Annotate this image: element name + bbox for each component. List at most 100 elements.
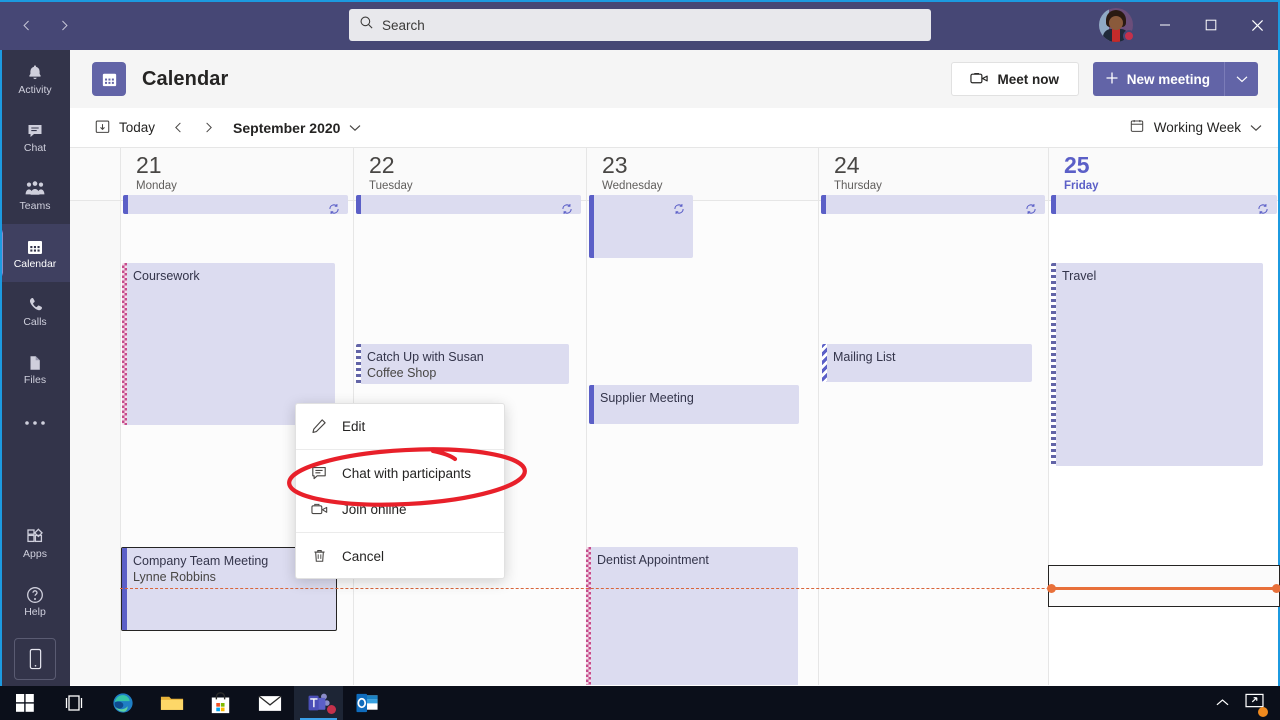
window-controls bbox=[1142, 0, 1280, 50]
view-selector[interactable]: Working Week bbox=[1129, 118, 1262, 137]
sidebar-item-chat[interactable]: Chat bbox=[0, 108, 70, 166]
bell-icon bbox=[29, 64, 41, 79]
chat-icon bbox=[28, 124, 42, 137]
calendar-view: 21 Monday 22 Tuesday 23 Wednesday 24 Thu… bbox=[70, 148, 1280, 685]
sidebar-item-calls[interactable]: Calls bbox=[0, 282, 70, 340]
calendar-grid: 13:00 14:00 15:00 16:00 17:00 18:00 bbox=[70, 195, 1280, 685]
sidebar-item-teams[interactable]: Teams bbox=[0, 166, 70, 224]
day-number: 24 bbox=[834, 152, 860, 178]
recurring-icon bbox=[1257, 202, 1269, 214]
today-button[interactable]: Today bbox=[86, 113, 163, 143]
today-label: Today bbox=[119, 120, 156, 135]
recurring-icon bbox=[1025, 202, 1037, 214]
chevron-down-icon bbox=[1236, 76, 1247, 83]
event-block[interactable] bbox=[1051, 195, 1277, 214]
event-block[interactable]: Mailing List bbox=[822, 344, 1032, 382]
task-view-icon[interactable] bbox=[49, 686, 98, 720]
day-name: Tuesday bbox=[369, 180, 413, 192]
chat-icon bbox=[310, 465, 328, 481]
minimize-icon[interactable] bbox=[1142, 0, 1188, 50]
presence-badge bbox=[1123, 30, 1135, 42]
context-menu-item-chat-with-participants[interactable]: Chat with participants bbox=[296, 455, 504, 491]
video-icon bbox=[970, 71, 989, 88]
outlook-icon[interactable] bbox=[343, 686, 392, 720]
window-left-edge bbox=[0, 50, 2, 686]
event-subtitle: Coffee Shop bbox=[367, 366, 437, 380]
close-icon[interactable] bbox=[1234, 0, 1280, 50]
edge-icon[interactable] bbox=[98, 686, 147, 720]
search-icon bbox=[359, 15, 374, 35]
sidebar-item-label: Teams bbox=[19, 199, 51, 212]
new-meeting-button[interactable]: New meeting bbox=[1093, 62, 1224, 96]
event-block[interactable] bbox=[589, 195, 693, 258]
chevron-down-icon bbox=[1250, 124, 1262, 131]
event-block[interactable] bbox=[356, 195, 581, 214]
month-selector[interactable]: September 2020 bbox=[233, 120, 361, 136]
maximize-icon[interactable] bbox=[1188, 0, 1234, 50]
event-block[interactable]: Catch Up with Susan Coffee Shop bbox=[356, 344, 569, 384]
recurring-icon bbox=[328, 202, 340, 214]
current-time-dot-left bbox=[1047, 584, 1056, 593]
day-header-wednesday[interactable]: 23 Wednesday bbox=[586, 148, 818, 201]
title-bar: Search bbox=[0, 0, 1280, 50]
start-icon[interactable] bbox=[0, 686, 49, 720]
help-icon bbox=[27, 586, 43, 603]
new-meeting-label: New meeting bbox=[1126, 71, 1210, 87]
selected-time-slot[interactable] bbox=[1048, 565, 1280, 607]
today-calendar-icon bbox=[94, 118, 111, 138]
event-block[interactable] bbox=[821, 195, 1045, 214]
previous-week-button[interactable] bbox=[163, 113, 193, 143]
store-icon[interactable] bbox=[196, 686, 245, 720]
mobile-app-button[interactable] bbox=[14, 638, 56, 680]
event-block[interactable]: Dentist Appointment bbox=[586, 547, 798, 685]
sidebar-item-label: Calendar bbox=[13, 257, 57, 270]
event-block[interactable]: Supplier Meeting bbox=[589, 385, 799, 424]
context-menu-item-cancel[interactable]: Cancel bbox=[296, 538, 504, 574]
meet-now-button[interactable]: Meet now bbox=[950, 62, 1079, 96]
day-header-thursday[interactable]: 24 Thursday bbox=[818, 148, 1048, 201]
network-icon[interactable] bbox=[1245, 693, 1268, 717]
context-menu-separator bbox=[296, 449, 504, 450]
next-week-button[interactable] bbox=[193, 113, 223, 143]
mail-icon[interactable] bbox=[245, 686, 294, 720]
phone-icon bbox=[29, 297, 43, 310]
file-explorer-icon[interactable] bbox=[147, 686, 196, 720]
current-time-dot-right bbox=[1272, 584, 1280, 593]
new-meeting-dropdown-button[interactable] bbox=[1224, 62, 1258, 96]
show-hidden-icons-chevron[interactable] bbox=[1216, 694, 1229, 712]
event-title: Dentist Appointment bbox=[597, 553, 709, 567]
event-block[interactable]: Travel bbox=[1051, 263, 1263, 466]
event-block[interactable]: Coursework bbox=[122, 263, 335, 425]
system-tray bbox=[1216, 686, 1274, 720]
search-input[interactable]: Search bbox=[349, 9, 931, 41]
calendar-toolbar: Today September 2020 Working Week bbox=[70, 108, 1280, 148]
sidebar-item-calendar[interactable]: Calendar bbox=[0, 224, 70, 282]
search-container[interactable]: Search bbox=[349, 9, 931, 41]
sidebar-item-apps[interactable]: Apps bbox=[0, 514, 70, 572]
new-meeting-button-group: New meeting bbox=[1092, 62, 1258, 96]
teams-icon[interactable] bbox=[294, 686, 343, 720]
back-icon[interactable] bbox=[10, 9, 42, 41]
recurring-icon bbox=[673, 202, 685, 220]
sidebar-item-help[interactable]: Help bbox=[0, 572, 70, 630]
context-menu-item-join-online[interactable]: Join online bbox=[296, 491, 504, 527]
view-calendar-icon bbox=[1129, 118, 1145, 137]
sidebar-bottom: Apps Help bbox=[0, 514, 70, 680]
sidebar-item-activity[interactable]: Activity bbox=[0, 50, 70, 108]
calendar-icon bbox=[92, 62, 126, 96]
forward-icon[interactable] bbox=[48, 9, 80, 41]
context-menu-item-edit[interactable]: Edit bbox=[296, 408, 504, 444]
sidebar-more-icon[interactable] bbox=[0, 398, 70, 448]
sidebar-item-files[interactable]: Files bbox=[0, 340, 70, 398]
event-title: Travel bbox=[1062, 269, 1097, 283]
context-menu-label: Edit bbox=[342, 418, 366, 434]
view-label: Working Week bbox=[1153, 120, 1241, 135]
calendar-icon bbox=[28, 240, 42, 254]
day-header-friday[interactable]: 25 Friday bbox=[1048, 148, 1280, 201]
day-number: 23 bbox=[602, 152, 628, 178]
sidebar-item-label: Help bbox=[24, 605, 46, 618]
file-icon bbox=[30, 355, 40, 370]
event-block[interactable] bbox=[123, 195, 348, 214]
day-header-tuesday[interactable]: 22 Tuesday bbox=[353, 148, 586, 201]
day-header-monday[interactable]: 21 Monday bbox=[120, 148, 353, 201]
